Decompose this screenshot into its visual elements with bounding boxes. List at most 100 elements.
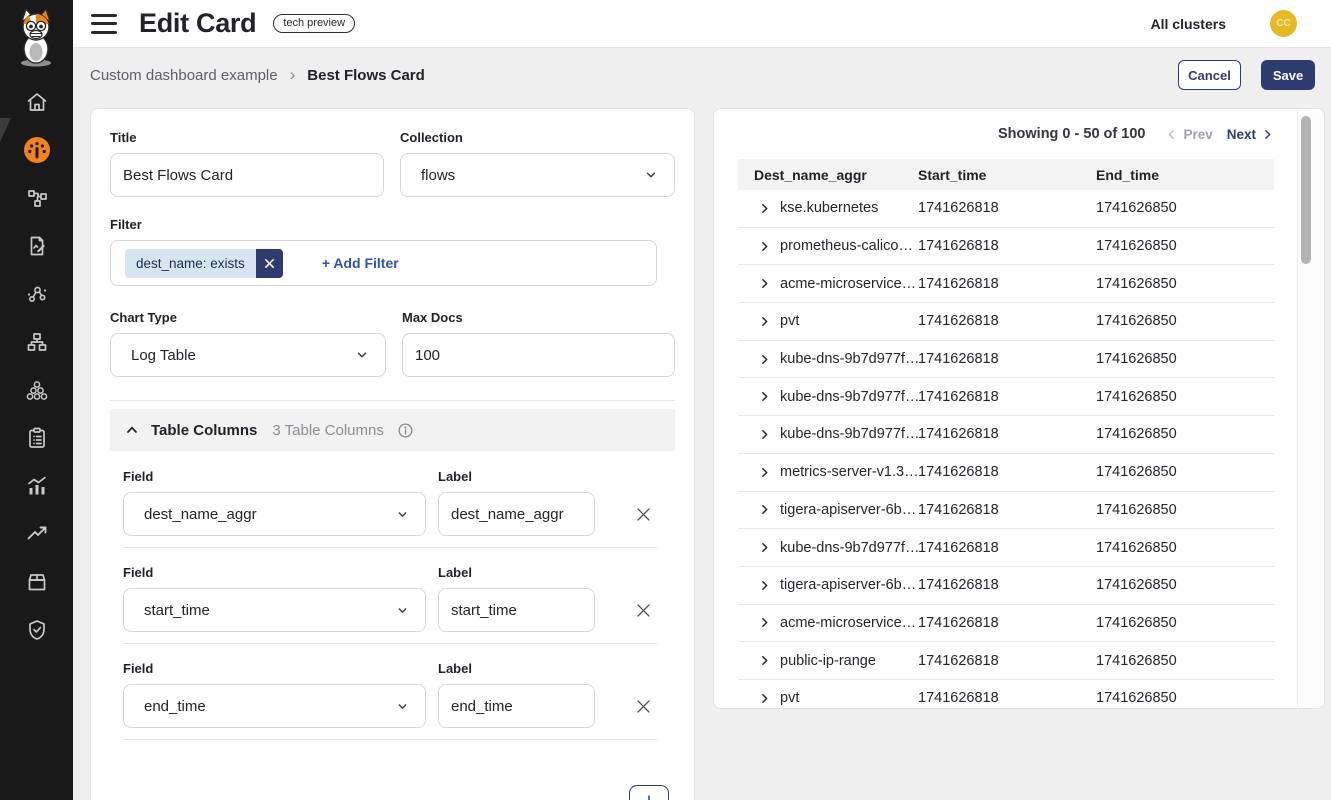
hamburger-menu-icon[interactable] (91, 14, 117, 34)
label-input[interactable]: end_time (438, 684, 595, 728)
info-icon (397, 422, 414, 439)
user-avatar[interactable]: CC (1270, 10, 1297, 37)
table-row[interactable]: prometheus-calico… 1741626818 1741626850 (738, 228, 1274, 266)
dest-name-cell: tigera-apiserver-6b… (780, 502, 916, 518)
label-label: Label (438, 565, 595, 580)
table-row[interactable]: tigera-apiserver-6b… 1741626818 17416268… (738, 492, 1274, 530)
table-row[interactable]: kube-dns-9b7d977f… 1741626818 1741626850 (738, 378, 1274, 416)
cluster-selector[interactable]: All clusters (1151, 16, 1226, 32)
breadcrumb-parent[interactable]: Custom dashboard example (90, 67, 278, 84)
remove-column-button[interactable] (632, 695, 655, 718)
remove-filter-button[interactable] (256, 249, 283, 278)
expand-row-icon[interactable] (758, 692, 771, 705)
chart-type-label: Chart Type (110, 310, 386, 325)
sidebar-item-packages[interactable] (0, 558, 73, 606)
chart-type-select[interactable]: Log Table (110, 333, 386, 377)
column-header-start: Start_time (918, 167, 1096, 183)
remove-column-button[interactable] (632, 599, 655, 622)
dest-name-cell: tigera-apiserver-6b… (780, 577, 916, 593)
info-icon[interactable] (397, 422, 414, 439)
next-page-button[interactable]: Next (1227, 127, 1274, 142)
expand-row-icon[interactable] (758, 503, 771, 516)
start-time-cell: 1741626818 (918, 502, 1096, 518)
end-time-cell: 1741626850 (1096, 313, 1274, 329)
table-row[interactable]: kube-dns-9b7d977f… 1741626818 1741626850 (738, 341, 1274, 379)
sidebar-item-security[interactable] (0, 606, 73, 654)
field-select[interactable]: end_time (123, 684, 426, 728)
field-select[interactable]: start_time (123, 588, 426, 632)
collection-label: Collection (400, 130, 675, 145)
expand-row-icon[interactable] (758, 579, 771, 592)
circles-cluster-icon (25, 378, 49, 402)
start-time-cell: 1741626818 (918, 615, 1096, 631)
sidebar-item-flow-graph[interactable] (0, 270, 73, 318)
package-icon (25, 570, 49, 594)
expand-row-icon[interactable] (758, 240, 771, 253)
end-time-cell: 1741626850 (1096, 653, 1274, 669)
table-row[interactable]: acme-microservice… 1741626818 1741626850 (738, 265, 1274, 303)
sidebar-item-compliance-reports[interactable] (0, 414, 73, 462)
calico-cat-logo-icon[interactable] (10, 6, 62, 68)
chevron-down-icon (355, 348, 369, 362)
chevron-down-icon (644, 168, 658, 182)
breadcrumb-current: Best Flows Card (307, 67, 425, 84)
filter-label: Filter (110, 217, 675, 232)
chevron-down-icon (396, 508, 409, 521)
expand-row-icon[interactable] (758, 541, 771, 554)
table-scrollbar[interactable] (1297, 110, 1323, 707)
table-row[interactable]: pvt 1741626818 1741626850 (738, 303, 1274, 341)
save-button[interactable]: Save (1261, 60, 1315, 90)
sidebar-item-sitemap[interactable] (0, 318, 73, 366)
chevron-down-icon (396, 604, 409, 617)
collection-select[interactable]: flows (400, 153, 675, 197)
prev-page-button[interactable]: Prev (1165, 127, 1212, 142)
expand-row-icon[interactable] (758, 353, 771, 366)
max-docs-input[interactable] (402, 333, 675, 377)
table-row[interactable]: metrics-server-v1.3… 1741626818 17416268… (738, 454, 1274, 492)
table-row[interactable]: kse.kubernetes 1741626818 1741626850 (738, 190, 1274, 228)
sidebar-item-logs[interactable] (0, 462, 73, 510)
title-input[interactable] (110, 153, 384, 197)
sidebar-item-trends[interactable] (0, 510, 73, 558)
expand-row-icon[interactable] (758, 390, 771, 403)
table-columns-list: Field dest_name_aggr Label dest_name_agg… (110, 451, 675, 800)
table-row[interactable]: tigera-apiserver-6b… 1741626818 17416268… (738, 567, 1274, 605)
add-filter-button[interactable]: + Add Filter (322, 255, 399, 271)
table-row[interactable]: kube-dns-9b7d977f… 1741626818 1741626850 (738, 416, 1274, 454)
expand-row-icon[interactable] (758, 315, 771, 328)
add-column-button[interactable]: + (629, 785, 669, 800)
expand-row-icon[interactable] (758, 202, 771, 215)
expand-row-icon[interactable] (758, 466, 771, 479)
row-divider (123, 643, 657, 644)
table-row[interactable]: kube-dns-9b7d977f… 1741626818 1741626850 (738, 529, 1274, 567)
expand-row-icon[interactable] (758, 428, 771, 441)
label-input[interactable]: dest_name_aggr (438, 492, 595, 536)
table-header-row: Dest_name_aggr Start_time End_time (738, 159, 1274, 190)
sidebar-item-dashboards-active[interactable] (0, 126, 73, 174)
start-time-cell: 1741626818 (918, 313, 1096, 329)
table-row[interactable]: public-ip-range 1741626818 1741626850 (738, 642, 1274, 680)
collapse-section-button[interactable] (124, 422, 140, 438)
remove-column-button[interactable] (632, 503, 655, 526)
sidebar-item-topology[interactable] (0, 174, 73, 222)
table-row[interactable]: pvt 1741626818 1741626850 (738, 680, 1274, 709)
table-row[interactable]: acme-microservice… 1741626818 1741626850 (738, 605, 1274, 643)
sidebar-item-home[interactable] (0, 78, 73, 126)
chevron-left-icon (1165, 128, 1178, 141)
end-time-cell: 1741626850 (1096, 351, 1274, 367)
label-input[interactable]: start_time (438, 588, 595, 632)
column-header-end: End_time (1096, 167, 1274, 183)
report-edit-icon (25, 234, 49, 258)
expand-row-icon[interactable] (758, 616, 771, 629)
expand-row-icon[interactable] (758, 654, 771, 667)
sidebar-item-reports[interactable] (0, 222, 73, 270)
sidebar-item-clusters[interactable] (0, 366, 73, 414)
field-select[interactable]: dest_name_aggr (123, 492, 426, 536)
expand-row-icon[interactable] (758, 277, 771, 290)
filter-chip-text: dest_name: exists (125, 249, 256, 278)
chevron-up-icon (124, 422, 140, 438)
scrollbar-thumb[interactable] (1301, 116, 1311, 264)
dest-name-cell: kube-dns-9b7d977f… (780, 351, 918, 367)
cancel-button[interactable]: Cancel (1178, 60, 1241, 90)
trending-up-icon (25, 522, 49, 546)
